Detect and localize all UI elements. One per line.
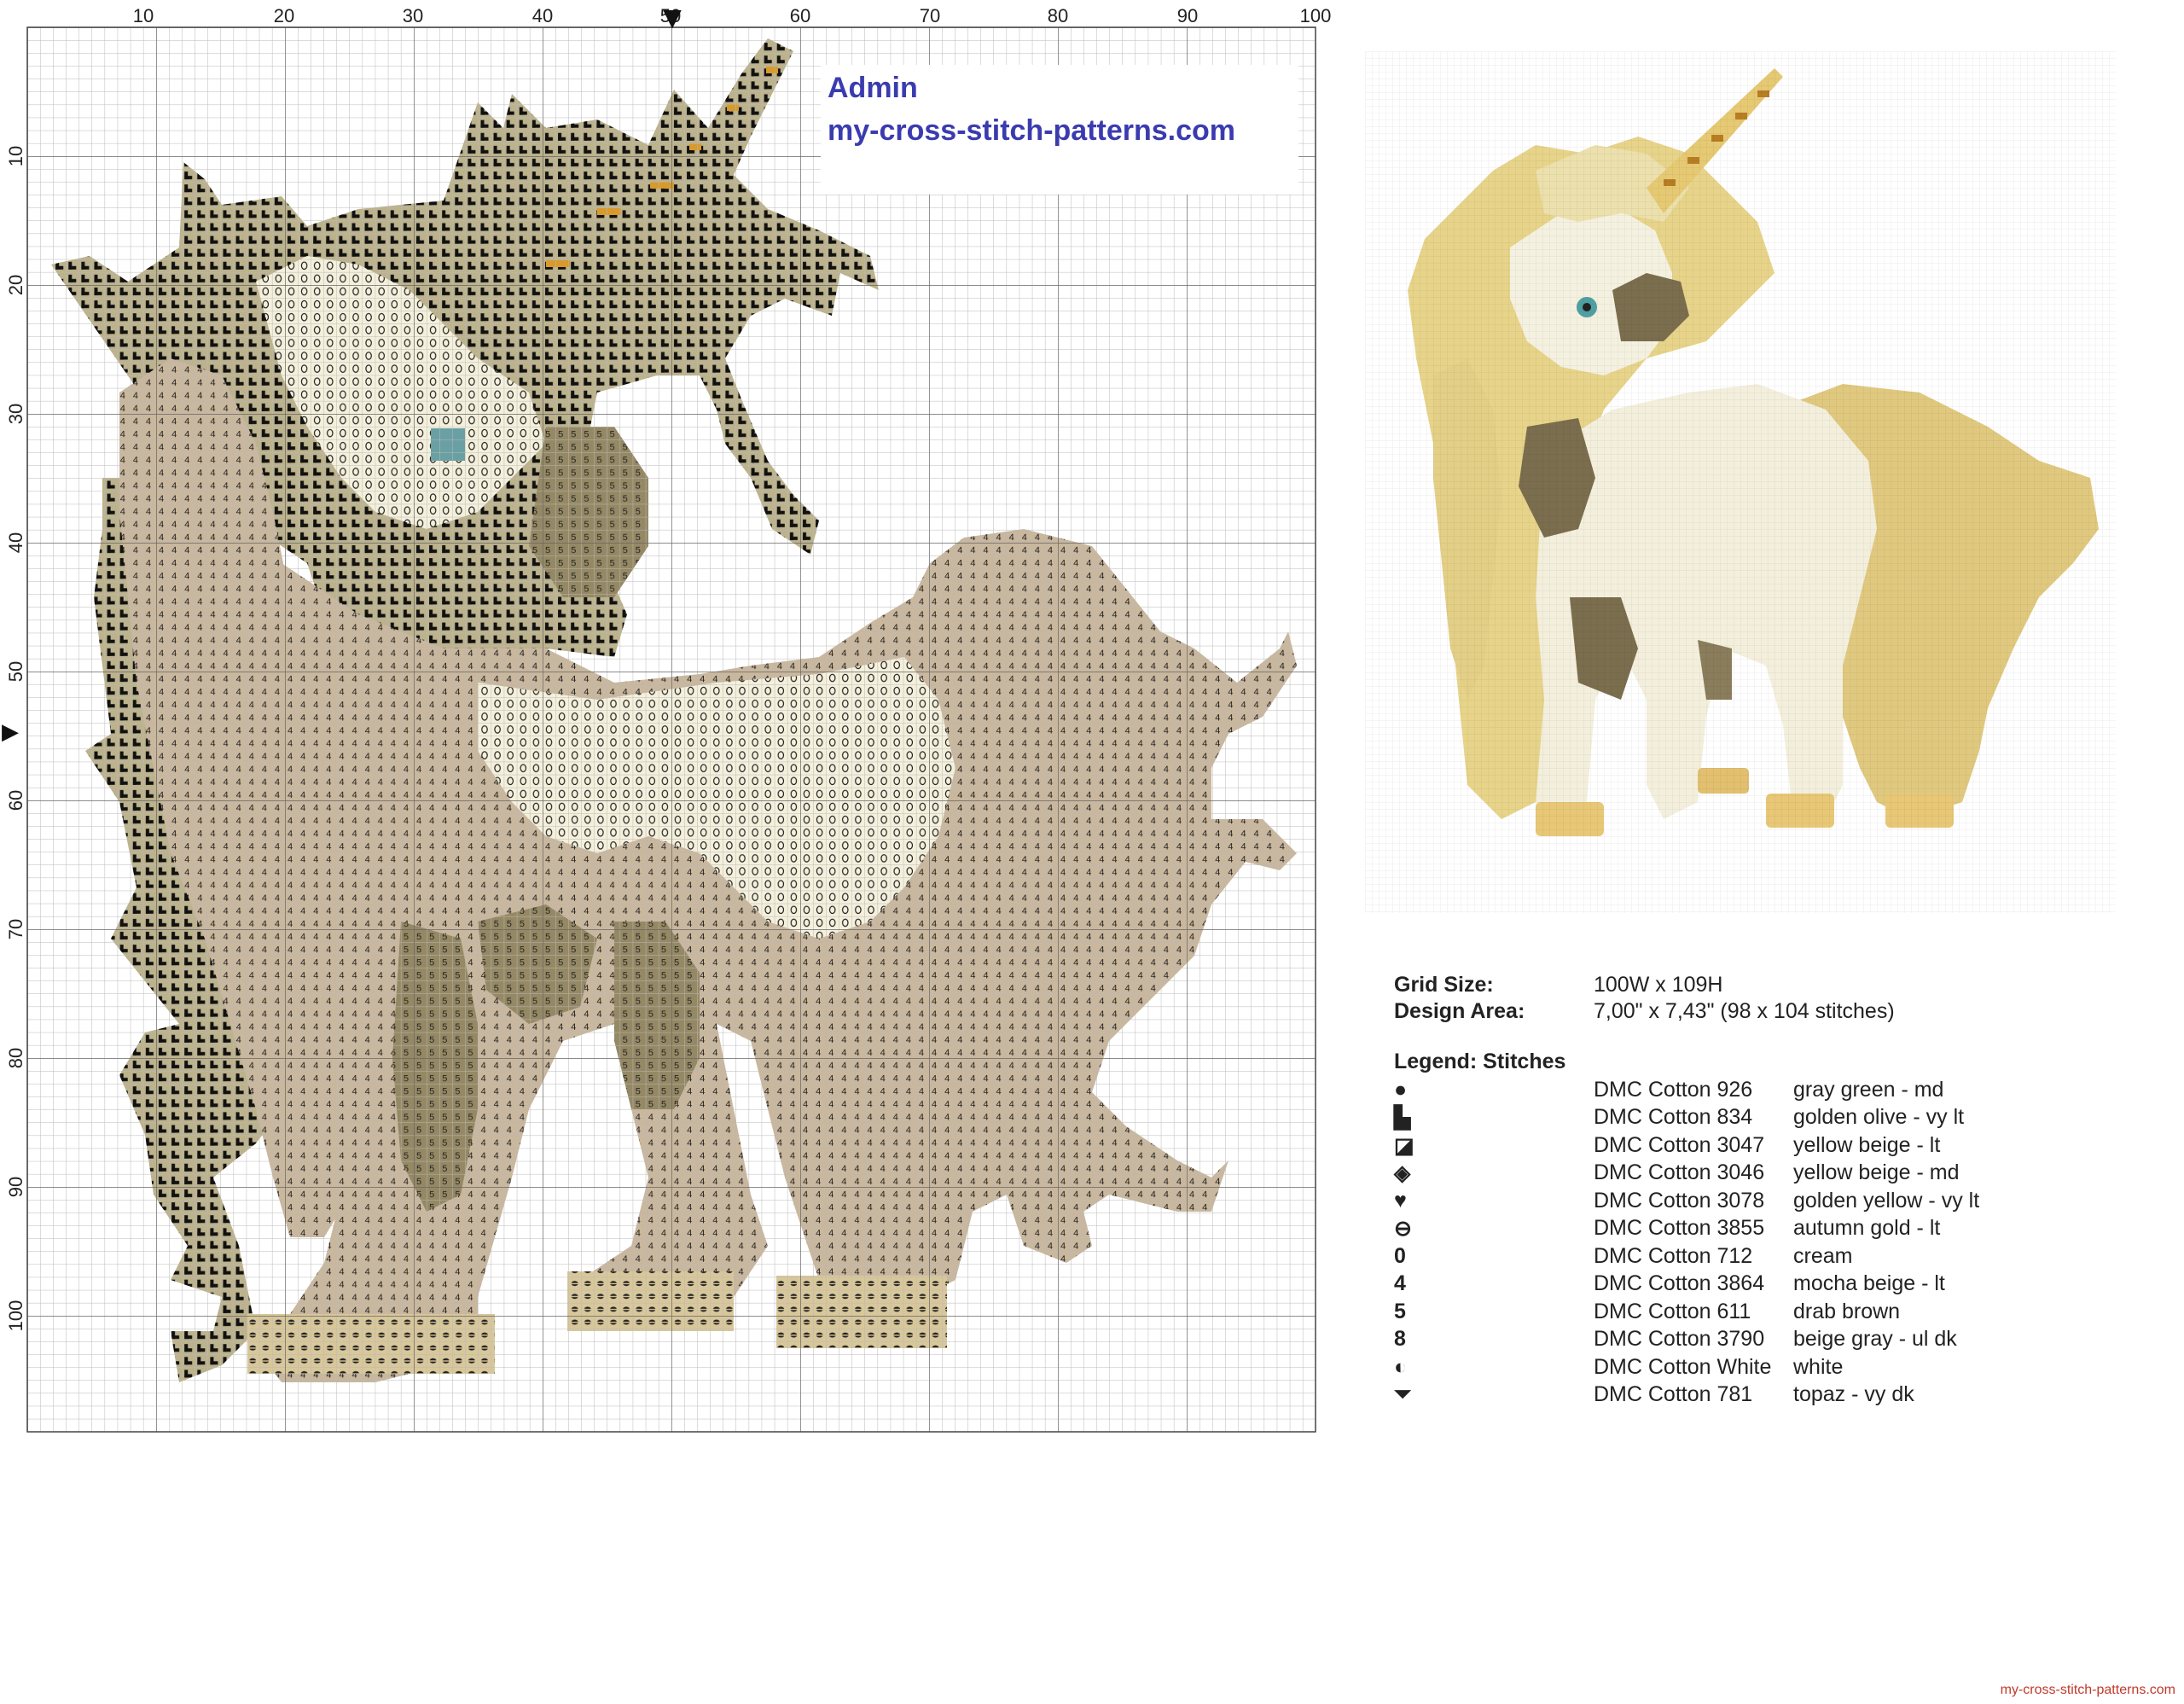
watermark-admin: Admin <box>828 72 918 104</box>
legend-symbol: ⊖ <box>1394 1217 1412 1241</box>
x-tick: 70 <box>920 5 940 26</box>
x-tick: 100 <box>1300 5 1332 26</box>
legend-item: 5 DMC Cotton 611 drab brown <box>1394 1300 2077 1327</box>
legend-symbol: 0 <box>1394 1244 1406 1268</box>
legend-symbol: ◐ <box>1394 1355 1408 1379</box>
y-tick: 50 <box>5 661 26 682</box>
legend-item: ◈ DMC Cotton 3046 yellow beige - md <box>1394 1160 2077 1188</box>
y-tick: 80 <box>5 1048 26 1068</box>
x-tick: 20 <box>274 5 294 26</box>
legend-name: topaz - vy dk <box>1793 1382 1914 1406</box>
x-tick: 10 <box>133 5 154 26</box>
legend-symbol: ◪ <box>1394 1134 1414 1158</box>
legend-title: Legend: Stitches <box>1394 1050 1566 1073</box>
legend-item: ◪ DMC Cotton 3047 yellow beige - lt <box>1394 1133 2077 1160</box>
footer-link[interactable]: my-cross-stitch-patterns.com <box>2001 1683 2175 1698</box>
x-tick: 80 <box>1048 5 1068 26</box>
legend-code: DMC Cotton 3855 <box>1594 1216 1765 1240</box>
grid-size-label: Grid Size: <box>1394 973 1494 997</box>
legend-symbol: 5 <box>1394 1300 1406 1323</box>
legend-code: DMC Cotton 611 <box>1594 1300 1751 1323</box>
legend-name: cream <box>1793 1244 1853 1268</box>
legend-symbol: ● <box>1394 1078 1408 1102</box>
legend-symbol: 8 <box>1394 1327 1406 1351</box>
y-tick: 60 <box>5 790 26 811</box>
legend-item: ◐ DMC Cotton White white <box>1394 1355 2077 1382</box>
legend-item: ⊖ DMC Cotton 3855 autumn gold - lt <box>1394 1216 2077 1243</box>
pattern-grid: 4 5 <box>2 3 1332 1433</box>
pattern-chart: 4 5 <box>0 0 1365 1451</box>
legend-item: ▙ DMC Cotton 834 golden olive - vy lt <box>1394 1105 2077 1132</box>
x-tick: 60 <box>790 5 810 26</box>
legend-name: gray green - md <box>1793 1078 1944 1102</box>
center-marker-top: ▼ <box>663 3 682 32</box>
legend-name: beige gray - ul dk <box>1793 1327 1957 1351</box>
y-tick: 20 <box>5 275 26 295</box>
legend-name: golden yellow - vy lt <box>1793 1189 1980 1213</box>
y-tick: 100 <box>5 1300 26 1332</box>
y-tick: 30 <box>5 404 26 424</box>
legend-code: DMC Cotton 712 <box>1594 1244 1753 1268</box>
center-marker-left: ▶ <box>2 719 19 745</box>
legend-code: DMC Cotton 3078 <box>1594 1189 1765 1213</box>
legend-name: yellow beige - lt <box>1793 1133 1941 1157</box>
legend-item: 0 DMC Cotton 712 cream <box>1394 1244 2077 1271</box>
legend-code: DMC Cotton 3864 <box>1594 1271 1765 1295</box>
y-tick: 10 <box>5 146 26 166</box>
y-tick: 40 <box>5 532 26 553</box>
x-tick: 90 <box>1177 5 1198 26</box>
legend-symbol: ▙ <box>1394 1106 1411 1130</box>
legend-name: yellow beige - md <box>1793 1160 1960 1184</box>
legend-code: DMC Cotton 3046 <box>1594 1160 1765 1184</box>
legend-code: DMC Cotton 3790 <box>1594 1327 1765 1351</box>
legend-item: 8 DMC Cotton 3790 beige gray - ul dk <box>1394 1327 2077 1354</box>
legend-symbol: ♥ <box>1394 1189 1407 1213</box>
finished-preview <box>1365 51 2116 913</box>
legend-item: ♥ DMC Cotton 3078 golden yellow - vy lt <box>1394 1189 2077 1216</box>
legend-name: autumn gold - lt <box>1793 1216 1941 1240</box>
legend-symbol: ◈ <box>1394 1161 1411 1185</box>
x-axis-ticks: 10 20 30 40 50 60 70 80 90 100 <box>133 5 1332 26</box>
legend-symbol: ⏷ <box>1394 1382 1412 1406</box>
legend-name: golden olive - vy lt <box>1793 1105 1965 1129</box>
legend-name: drab brown <box>1793 1300 1901 1323</box>
watermark-site: my-cross-stitch-patterns.com <box>828 114 1236 147</box>
legend-code: DMC Cotton 3047 <box>1594 1133 1765 1157</box>
legend-code: DMC Cotton 781 <box>1594 1382 1753 1406</box>
watermark: Admin my-cross-stitch-patterns.com <box>821 65 1298 195</box>
legend-item: 4 DMC Cotton 3864 mocha beige - lt <box>1394 1271 2077 1299</box>
legend-name: white <box>1793 1355 1844 1379</box>
legend-item: ⏷ DMC Cotton 781 topaz - vy dk <box>1394 1382 2077 1410</box>
design-area-value: 7,00" x 7,43" (98 x 104 stitches) <box>1594 999 1895 1023</box>
x-tick: 40 <box>532 5 553 26</box>
grid-size-value: 100W x 109H <box>1594 973 1723 997</box>
legend-item: ● DMC Cotton 926 gray green - md <box>1394 1078 2077 1105</box>
design-area-label: Design Area: <box>1394 999 1525 1023</box>
legend-symbol: 4 <box>1394 1271 1406 1295</box>
legend-code: DMC Cotton 834 <box>1594 1105 1753 1129</box>
legend-code: DMC Cotton 926 <box>1594 1078 1753 1102</box>
y-tick: 90 <box>5 1177 26 1197</box>
legend-name: mocha beige - lt <box>1793 1271 1945 1295</box>
x-tick: 30 <box>403 5 423 26</box>
legend-code: DMC Cotton White <box>1594 1355 1772 1379</box>
y-tick: 70 <box>5 919 26 939</box>
